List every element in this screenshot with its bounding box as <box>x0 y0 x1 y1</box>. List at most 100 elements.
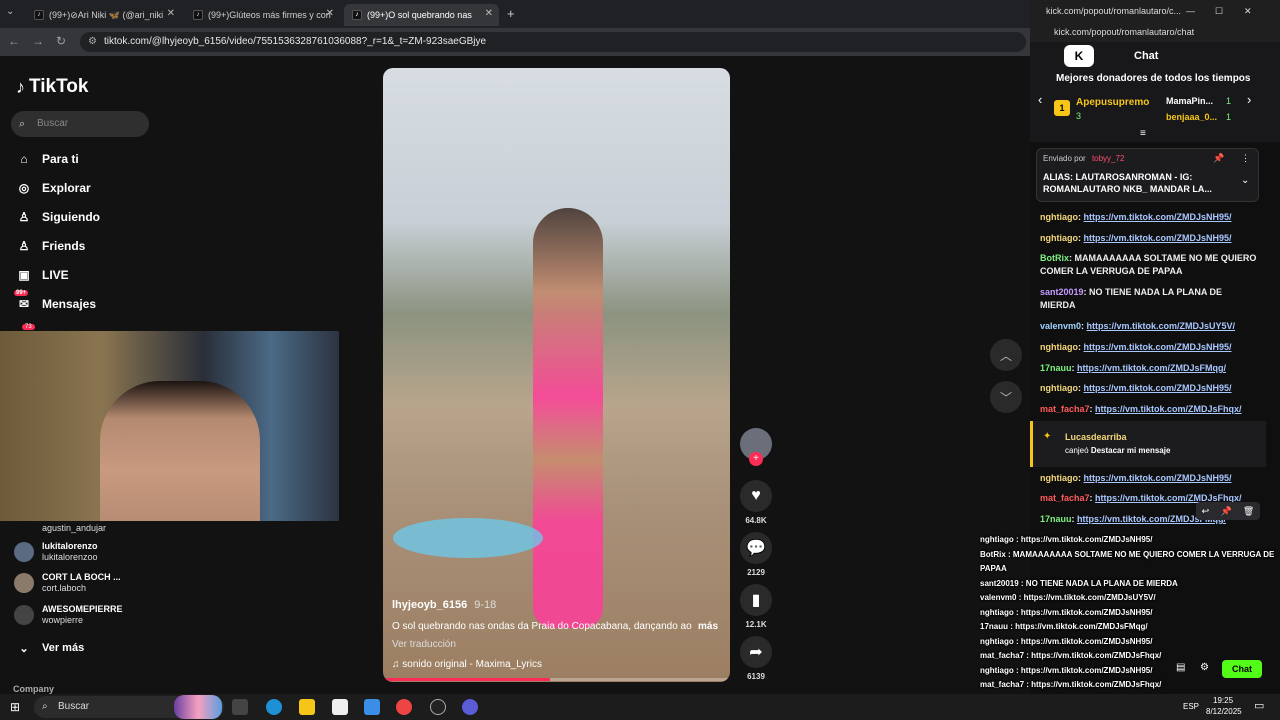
pin-icon[interactable]: 📌 <box>1213 153 1224 164</box>
chat-url-bar[interactable]: kick.com/popout/romanlautaro/chat <box>1030 22 1280 42</box>
reply-icon[interactable]: ↩ <box>1202 506 1210 517</box>
previous-video-button[interactable]: ︿ <box>990 339 1022 371</box>
browser-tab-1[interactable]: ♪ (99+)⊘Ari Niki 🦋 (@ari_niki ✕ <box>26 4 181 26</box>
nav-item-siguiendo[interactable]: ♙ Siguiendo <box>16 209 100 225</box>
chat-username[interactable]: valenvm0 <box>1040 321 1081 331</box>
nav-item-live[interactable]: ▣ LIVE <box>16 267 68 283</box>
following-item[interactable]: AWESOMEPIERRE wowpierre <box>14 604 123 626</box>
video-author[interactable]: lhyjeoyb_6156 <box>392 599 467 611</box>
follow-plus-icon[interactable]: + <box>749 452 763 466</box>
chat-link[interactable]: https://vm.tiktok.com/ZMDJsNH95/ <box>1084 233 1232 243</box>
taskbar-date[interactable]: 8/12/2025 <box>1206 707 1242 716</box>
chat-link[interactable]: https://vm.tiktok.com/ZMDJsFhqx/ <box>1095 404 1242 414</box>
video-player[interactable]: lhyjeoyb_6156 9-18 O sol quebrando nas o… <box>383 68 730 682</box>
redeem-user[interactable]: Lucasdearriba <box>1065 432 1127 442</box>
nav-item-friends[interactable]: ♙ Friends <box>16 238 86 254</box>
caption-more-button[interactable]: más <box>698 621 718 632</box>
translate-link[interactable]: Ver traducción <box>392 639 456 650</box>
app-icon[interactable] <box>462 699 478 715</box>
tab-list-button[interactable]: ⌄ <box>6 6 14 17</box>
company-link[interactable]: Company <box>13 684 54 694</box>
more-options-icon[interactable]: ⋮ <box>1241 153 1250 164</box>
chat-link[interactable]: https://vm.tiktok.com/ZMDJsNH95/ <box>1084 212 1232 222</box>
avatar <box>14 605 34 625</box>
reload-icon[interactable]: ↻ <box>56 34 66 48</box>
chat-link[interactable]: https://vm.tiktok.com/ZMDJsNH95/ <box>1084 342 1232 352</box>
sound-line[interactable]: ♫ sonido original - Maxima_Lyrics <box>392 659 542 670</box>
chat-username[interactable]: mat_facha7 <box>1040 404 1090 414</box>
browser-tab-2[interactable]: ♪ (99+)Glúteos más firmes y con ✕ <box>185 4 340 26</box>
video-progress-track[interactable] <box>383 678 730 681</box>
comment-button[interactable]: 💬 <box>740 532 772 564</box>
forward-icon[interactable]: → <box>32 34 44 48</box>
chat-username[interactable]: BotRix <box>1040 253 1069 263</box>
collapse-icon[interactable]: ≡ <box>1140 128 1146 139</box>
maximize-icon[interactable]: ☐ <box>1215 0 1223 22</box>
kick-logo-icon[interactable]: K <box>1064 45 1094 67</box>
close-icon[interactable]: ✕ <box>1244 0 1252 22</box>
following-item[interactable]: lukitalorenzo lukitalorenzoo <box>14 541 98 563</box>
browser-tab-3[interactable]: ♪ (99+)O sol quebrando nas ✕ <box>344 4 499 26</box>
author-avatar-button[interactable]: + <box>740 428 772 466</box>
see-more-button[interactable]: ⌄ Ver más <box>16 640 84 656</box>
chat-username[interactable]: sant20019 <box>1040 287 1084 297</box>
chat-send-button[interactable]: Chat <box>1222 660 1262 678</box>
following-item[interactable]: CORT LA BOCH ... cort.laboch <box>14 572 121 594</box>
search-highlight-image[interactable] <box>174 695 222 719</box>
next-video-button[interactable]: ﹀ <box>990 381 1022 413</box>
following-username: lukitalorenzoo <box>42 552 98 562</box>
taskbar-time[interactable]: 19:25 <box>1213 696 1233 705</box>
chrome-icon[interactable] <box>396 699 412 715</box>
language-indicator[interactable]: ESP <box>1183 702 1199 711</box>
url-field[interactable]: ⚙ tiktok.com/@lhyjeoyb_6156/video/755153… <box>80 32 1026 52</box>
chat-username[interactable]: nghtiago <box>1040 233 1078 243</box>
chat-username[interactable]: nghtiago <box>1040 342 1078 352</box>
chat-link[interactable]: https://vm.tiktok.com/ZMDJsUY5V/ <box>1087 321 1236 331</box>
close-icon[interactable]: ✕ <box>167 8 175 19</box>
pinned-message[interactable]: Enviado por tobyy_72 📌 ⋮ ALIAS: LAUTAROS… <box>1036 148 1259 202</box>
share-button[interactable]: ➦ <box>740 636 772 668</box>
edge-icon[interactable] <box>266 699 282 715</box>
mail-icon[interactable] <box>364 699 380 715</box>
chat-username[interactable]: nghtiago <box>1040 473 1078 483</box>
windows-start-icon[interactable]: ⊞ <box>10 700 20 714</box>
like-button[interactable]: ♥ <box>740 480 772 512</box>
store-icon[interactable] <box>332 699 348 715</box>
file-explorer-icon[interactable] <box>299 699 315 715</box>
reward-icon: ✦ <box>1043 431 1052 442</box>
nav-label: Explorar <box>42 181 91 195</box>
donors-next-icon[interactable]: › <box>1247 92 1251 107</box>
tiktok-favicon-icon: ♪ <box>34 10 44 20</box>
obs-icon[interactable] <box>430 699 446 715</box>
tiktok-logo[interactable]: ♪ TikTok <box>16 76 88 98</box>
back-icon[interactable]: ← <box>8 34 20 48</box>
chat-link[interactable]: https://vm.tiktok.com/ZMDJsNH95/ <box>1084 473 1232 483</box>
task-view-icon[interactable] <box>232 699 248 715</box>
new-tab-button[interactable]: + <box>507 6 515 21</box>
search-input[interactable]: ⌕ Buscar <box>11 111 149 137</box>
chat-link[interactable]: https://vm.tiktok.com/ZMDJsFMqg/ <box>1077 363 1226 373</box>
settings-icon[interactable]: ⚙ <box>1200 662 1209 673</box>
nav-item-explorar[interactable]: ◎ Explorar <box>16 180 91 196</box>
chat-username[interactable]: nghtiago <box>1040 212 1078 222</box>
nav-item-mensajes[interactable]: ✉ 99+ Mensajes <box>14 290 96 312</box>
notifications-icon[interactable]: ▭ <box>1254 699 1264 712</box>
donors-prev-icon[interactable]: ‹ <box>1038 92 1042 107</box>
pin-icon[interactable]: 📌 <box>1220 506 1231 517</box>
chat-link[interactable]: https://vm.tiktok.com/ZMDJsNH95/ <box>1084 383 1232 393</box>
close-icon[interactable]: ✕ <box>326 8 334 19</box>
minimize-icon[interactable]: — <box>1186 0 1195 22</box>
chat-username[interactable]: 17nauu <box>1040 363 1072 373</box>
tab-title: (99+)Glúteos más firmes y con <box>208 10 331 20</box>
expand-icon[interactable]: ⌄ <box>1241 175 1249 186</box>
chat-username[interactable]: nghtiago <box>1040 383 1078 393</box>
close-icon[interactable]: ✕ <box>485 8 493 19</box>
emote-icon[interactable]: ▤ <box>1176 662 1185 673</box>
site-info-icon[interactable]: ⚙ <box>88 32 97 52</box>
chat-username[interactable]: mat_facha7 <box>1040 493 1090 503</box>
delete-icon[interactable]: 🗑 <box>1243 506 1254 517</box>
nav-item-para-ti[interactable]: ⌂ Para ti <box>16 151 78 167</box>
save-button[interactable]: ▮ <box>740 584 772 616</box>
following-item[interactable]: agustin_andujar <box>14 518 106 538</box>
chat-username[interactable]: 17nauu <box>1040 514 1072 524</box>
